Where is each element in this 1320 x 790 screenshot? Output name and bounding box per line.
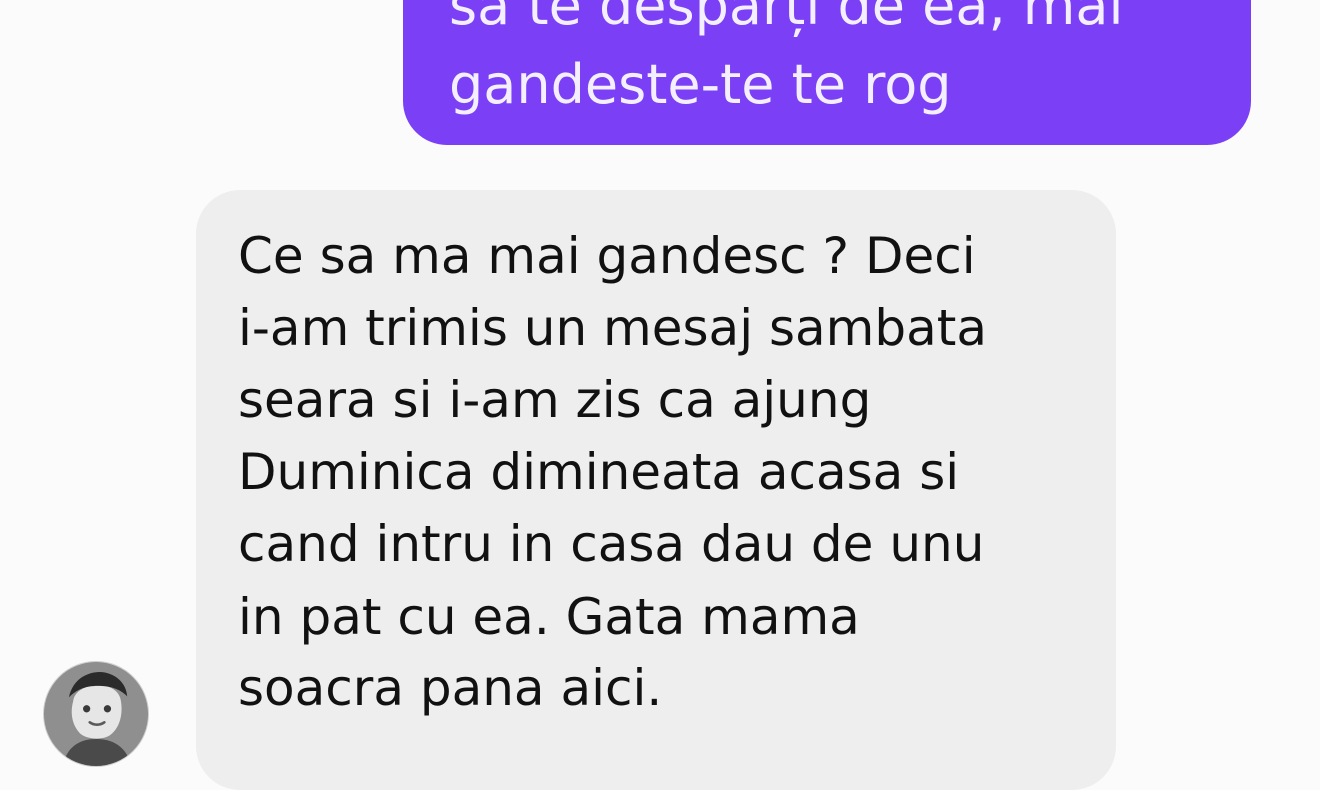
chat-thread: să te desparți de ea, mai gandeste-te te… bbox=[0, 0, 1320, 790]
sender-avatar[interactable] bbox=[44, 662, 148, 766]
incoming-message-line: Duminica dimineata acasa si bbox=[238, 443, 960, 501]
incoming-message-line: seara si i-am zis ca ajung bbox=[238, 371, 872, 429]
incoming-message-line: i-am trimis un mesaj sambata bbox=[238, 299, 987, 357]
person-photo-icon bbox=[44, 662, 148, 766]
incoming-message-line: in pat cu ea. Gata mama bbox=[238, 588, 860, 646]
outgoing-message-bubble[interactable]: să te desparți de ea, mai gandeste-te te… bbox=[403, 0, 1251, 145]
outgoing-message-line: gandeste-te te rog bbox=[449, 53, 952, 116]
incoming-message-line: Ce sa ma mai gandesc ? Deci bbox=[238, 227, 976, 285]
incoming-message-line: cand intru in casa dau de unu bbox=[238, 515, 985, 573]
incoming-message-line: soacra pana aici. bbox=[238, 659, 663, 717]
incoming-message-bubble[interactable]: Ce sa ma mai gandesc ? Deci i-am trimis … bbox=[196, 190, 1116, 790]
outgoing-message-line: să te desparți de ea, mai bbox=[449, 0, 1124, 37]
